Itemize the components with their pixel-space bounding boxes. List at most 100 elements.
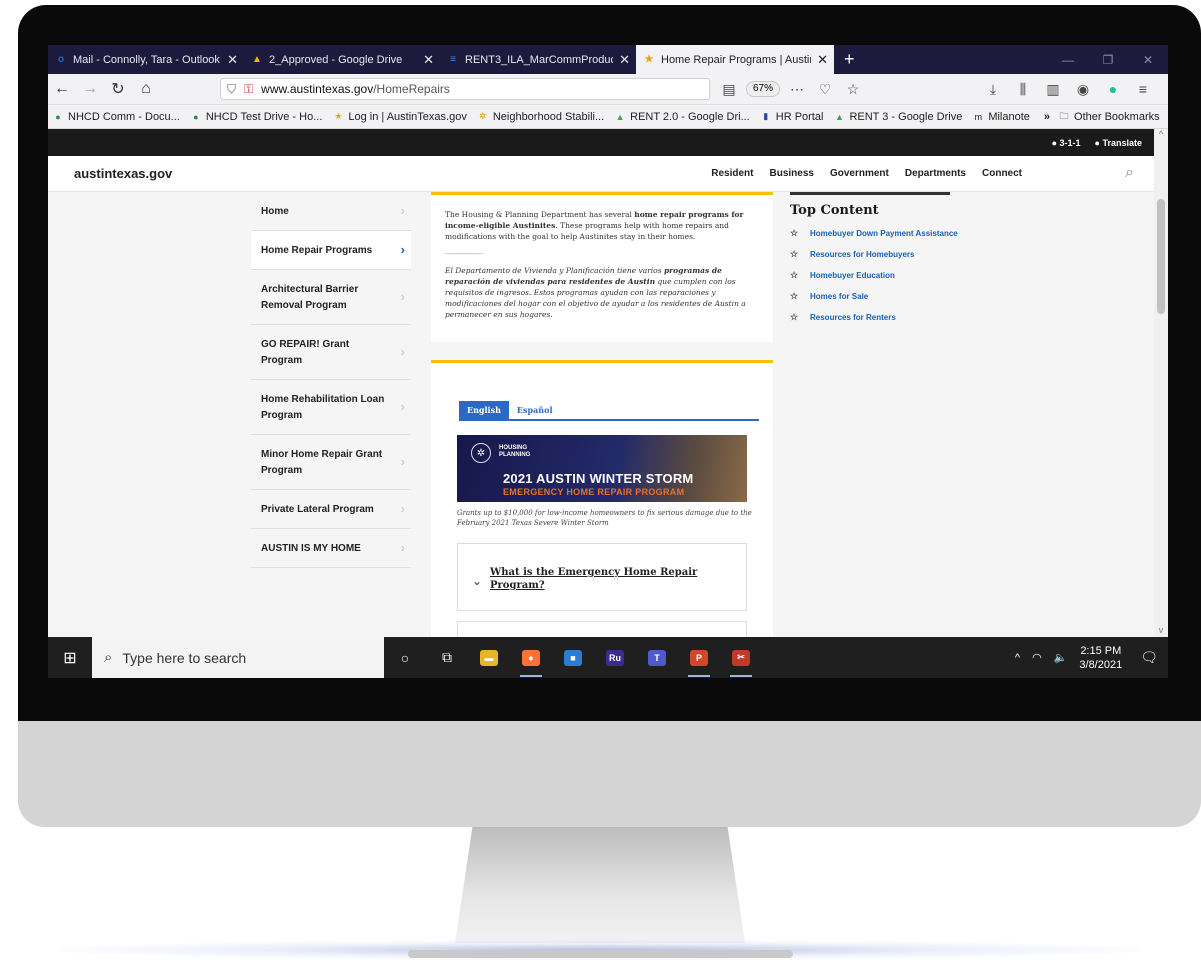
site-logo[interactable]: austintexas.gov [74, 166, 172, 181]
notifications-icon[interactable]: 🗨 [1140, 649, 1158, 666]
sidebar-item[interactable]: Private Lateral Program › [251, 490, 411, 529]
close-tab-icon[interactable]: ✕ [423, 52, 434, 68]
close-tab-icon[interactable]: ✕ [227, 52, 238, 68]
sidebar-item[interactable]: Home Rehabilitation Loan Program › [251, 380, 411, 435]
bookmark-item[interactable]: ▮ HR Portal [760, 111, 823, 123]
screen: o Mail - Connolly, Tara - Outlook ✕ ▲ 2_Appr… [48, 45, 1168, 678]
sidebar-item[interactable]: Home Repair Programs › [251, 231, 411, 270]
scroll-thumb[interactable] [1157, 199, 1165, 314]
library-icon[interactable]: ⫼ [1012, 81, 1034, 98]
tab-english[interactable]: English [459, 401, 509, 419]
account-icon[interactable]: ◉ [1072, 81, 1094, 98]
cortana-icon[interactable]: ○ [384, 637, 426, 678]
sidebar-item[interactable]: AUSTIN IS MY HOME › [251, 529, 411, 568]
tab-espanol[interactable]: Español [509, 401, 561, 419]
top-content-link[interactable]: ☆ Homebuyer Education [790, 270, 960, 281]
window-controls: — ❐ ✕ [1048, 45, 1168, 74]
powerpoint-icon[interactable]: P [678, 637, 720, 678]
shield-icon[interactable]: ⛉ [227, 82, 236, 97]
outlook-icon: o [57, 54, 65, 65]
more-actions-icon[interactable]: ⋯ [786, 81, 808, 98]
folder-icon: 🗀 [1059, 110, 1069, 121]
translate-link[interactable]: ● Translate [1095, 138, 1142, 148]
google-docs-icon: ≡ [450, 54, 456, 65]
banner-subhead: EMERGENCY HOME REPAIR PROGRAM [503, 487, 685, 497]
bookmark-item[interactable]: ★ Log in | AustinTexas.gov [332, 111, 466, 123]
site-nav-connect[interactable]: Connect [982, 168, 1022, 179]
adobe-rush-icon[interactable]: Ru [594, 637, 636, 678]
minimize-icon[interactable]: — [1048, 53, 1088, 67]
window-app-icon[interactable]: ■ [552, 637, 594, 678]
toolbar-right: ⤓ ⫼ ▥ ◉ ● ≡ [982, 81, 1154, 98]
home-button[interactable]: ⌂ [132, 80, 160, 98]
bookmark-item[interactable]: ● NHCD Comm - Docu... [52, 111, 180, 123]
chevron-right-icon: › [400, 203, 405, 218]
scroll-up-icon[interactable]: ^ [1154, 129, 1168, 139]
taskbar-search[interactable]: ⌕ Type here to search [92, 637, 384, 678]
search-icon[interactable]: ⌕ [1125, 164, 1134, 182]
bookmark-item[interactable]: ● NHCD Test Drive - Ho... [190, 111, 322, 123]
grammarly-icon[interactable]: ● [1102, 81, 1124, 97]
three-one-one-link[interactable]: ● 3-1-1 [1052, 138, 1081, 148]
top-content-link[interactable]: ☆ Homes for Sale [790, 291, 960, 302]
site-nav-business[interactable]: Business [769, 168, 813, 179]
chevron-right-icon: › [400, 344, 405, 359]
wifi-icon[interactable]: ◠ [1032, 651, 1042, 664]
clock[interactable]: 2:15 PM 3/8/2021 [1079, 644, 1122, 672]
task-view-icon[interactable]: ⧉ [426, 637, 468, 678]
site-nav: Resident Business Government Departments Con… [711, 168, 1022, 179]
page-scrollbar[interactable]: ^ v [1154, 129, 1168, 637]
address-bar[interactable]: ⛉ ⚿ www.austintexas.gov/HomeRepairs [220, 78, 710, 100]
browser-tab[interactable]: o Mail - Connolly, Tara - Outlook ✕ [48, 45, 244, 74]
snipping-tool-icon[interactable]: ✂ [720, 637, 762, 678]
top-content-link[interactable]: ☆ Homebuyer Down Payment Assistance [790, 228, 960, 239]
system-tray: ^ ◠ 🔈 2:15 PM 3/8/2021 🗨 [1015, 644, 1158, 672]
bookmarks-overflow-icon[interactable]: » [1044, 111, 1050, 123]
browser-tab[interactable]: ≡ RENT3_ILA_MarCommProducer ✕ [440, 45, 636, 74]
reader-view-icon[interactable]: ▤ [718, 81, 740, 98]
accordion-next[interactable] [457, 621, 747, 637]
browser-tab[interactable]: ▲ 2_Approved - Google Drive ✕ [244, 45, 440, 74]
sidebar-item[interactable]: GO REPAIR! Grant Program › [251, 325, 411, 380]
downloads-icon[interactable]: ⤓ [982, 81, 1004, 98]
bookmark-item[interactable]: ✲ Neighborhood Stabili... [477, 111, 604, 123]
reload-button[interactable]: ↻ [104, 79, 132, 99]
top-content-link[interactable]: ☆ Resources for Renters [790, 312, 960, 323]
top-content-title: Top Content [790, 203, 879, 218]
sidebar-item[interactable]: Minor Home Repair Grant Program › [251, 435, 411, 490]
bookmark-item[interactable]: ▲ RENT 2.0 - Google Dri... [614, 111, 750, 123]
site-nav-government[interactable]: Government [830, 168, 889, 179]
scroll-down-icon[interactable]: v [1154, 625, 1168, 635]
sidebar-item[interactable]: Home › [251, 192, 411, 231]
close-tab-icon[interactable]: ✕ [817, 52, 828, 68]
site-nav-departments[interactable]: Departments [905, 168, 966, 179]
close-tab-icon[interactable]: ✕ [619, 52, 630, 68]
volume-icon[interactable]: 🔈 [1054, 651, 1068, 664]
menu-icon[interactable]: ≡ [1132, 81, 1154, 97]
top-content-link[interactable]: ☆ Resources for Homebuyers [790, 249, 960, 260]
browser-tab[interactable]: ★ Home Repair Programs | Austin ✕ [636, 45, 834, 74]
bookmark-item[interactable]: ▲ RENT 3 - Google Drive [833, 111, 962, 123]
firefox-icon[interactable]: ● [510, 637, 552, 678]
zoom-level[interactable]: 67% [746, 81, 781, 97]
forward-button[interactable]: → [76, 80, 104, 98]
chevron-up-icon[interactable]: ^ [1015, 652, 1020, 664]
bookmark-item[interactable]: m Milanote [972, 111, 1030, 123]
other-bookmarks[interactable]: 🗀 Other Bookmarks [1058, 111, 1160, 123]
windows-start-icon[interactable]: ⊞ [48, 648, 92, 668]
pocket-icon[interactable]: ♡ [814, 81, 836, 98]
sidebar-toggle-icon[interactable]: ▥ [1042, 81, 1064, 98]
sidebar-item[interactable]: Architectural Barrier Removal Program › [251, 270, 411, 325]
teams-icon[interactable]: T [636, 637, 678, 678]
new-tab-button[interactable]: + [834, 45, 865, 74]
back-button[interactable]: ← [48, 80, 76, 98]
lock-icon[interactable]: ⚿ [244, 82, 253, 97]
restore-icon[interactable]: ❐ [1088, 53, 1128, 67]
site-nav-resident[interactable]: Resident [711, 168, 753, 179]
star-icon: ☆ [790, 249, 799, 259]
url-path: /HomeRepairs [373, 82, 450, 96]
accordion-emergency-program[interactable]: ⌄ What is the Emergency Home Repair Prog… [457, 543, 747, 611]
close-window-icon[interactable]: ✕ [1128, 53, 1168, 67]
file-explorer-icon[interactable]: ▬ [468, 637, 510, 678]
bookmark-star-icon[interactable]: ☆ [842, 81, 864, 98]
